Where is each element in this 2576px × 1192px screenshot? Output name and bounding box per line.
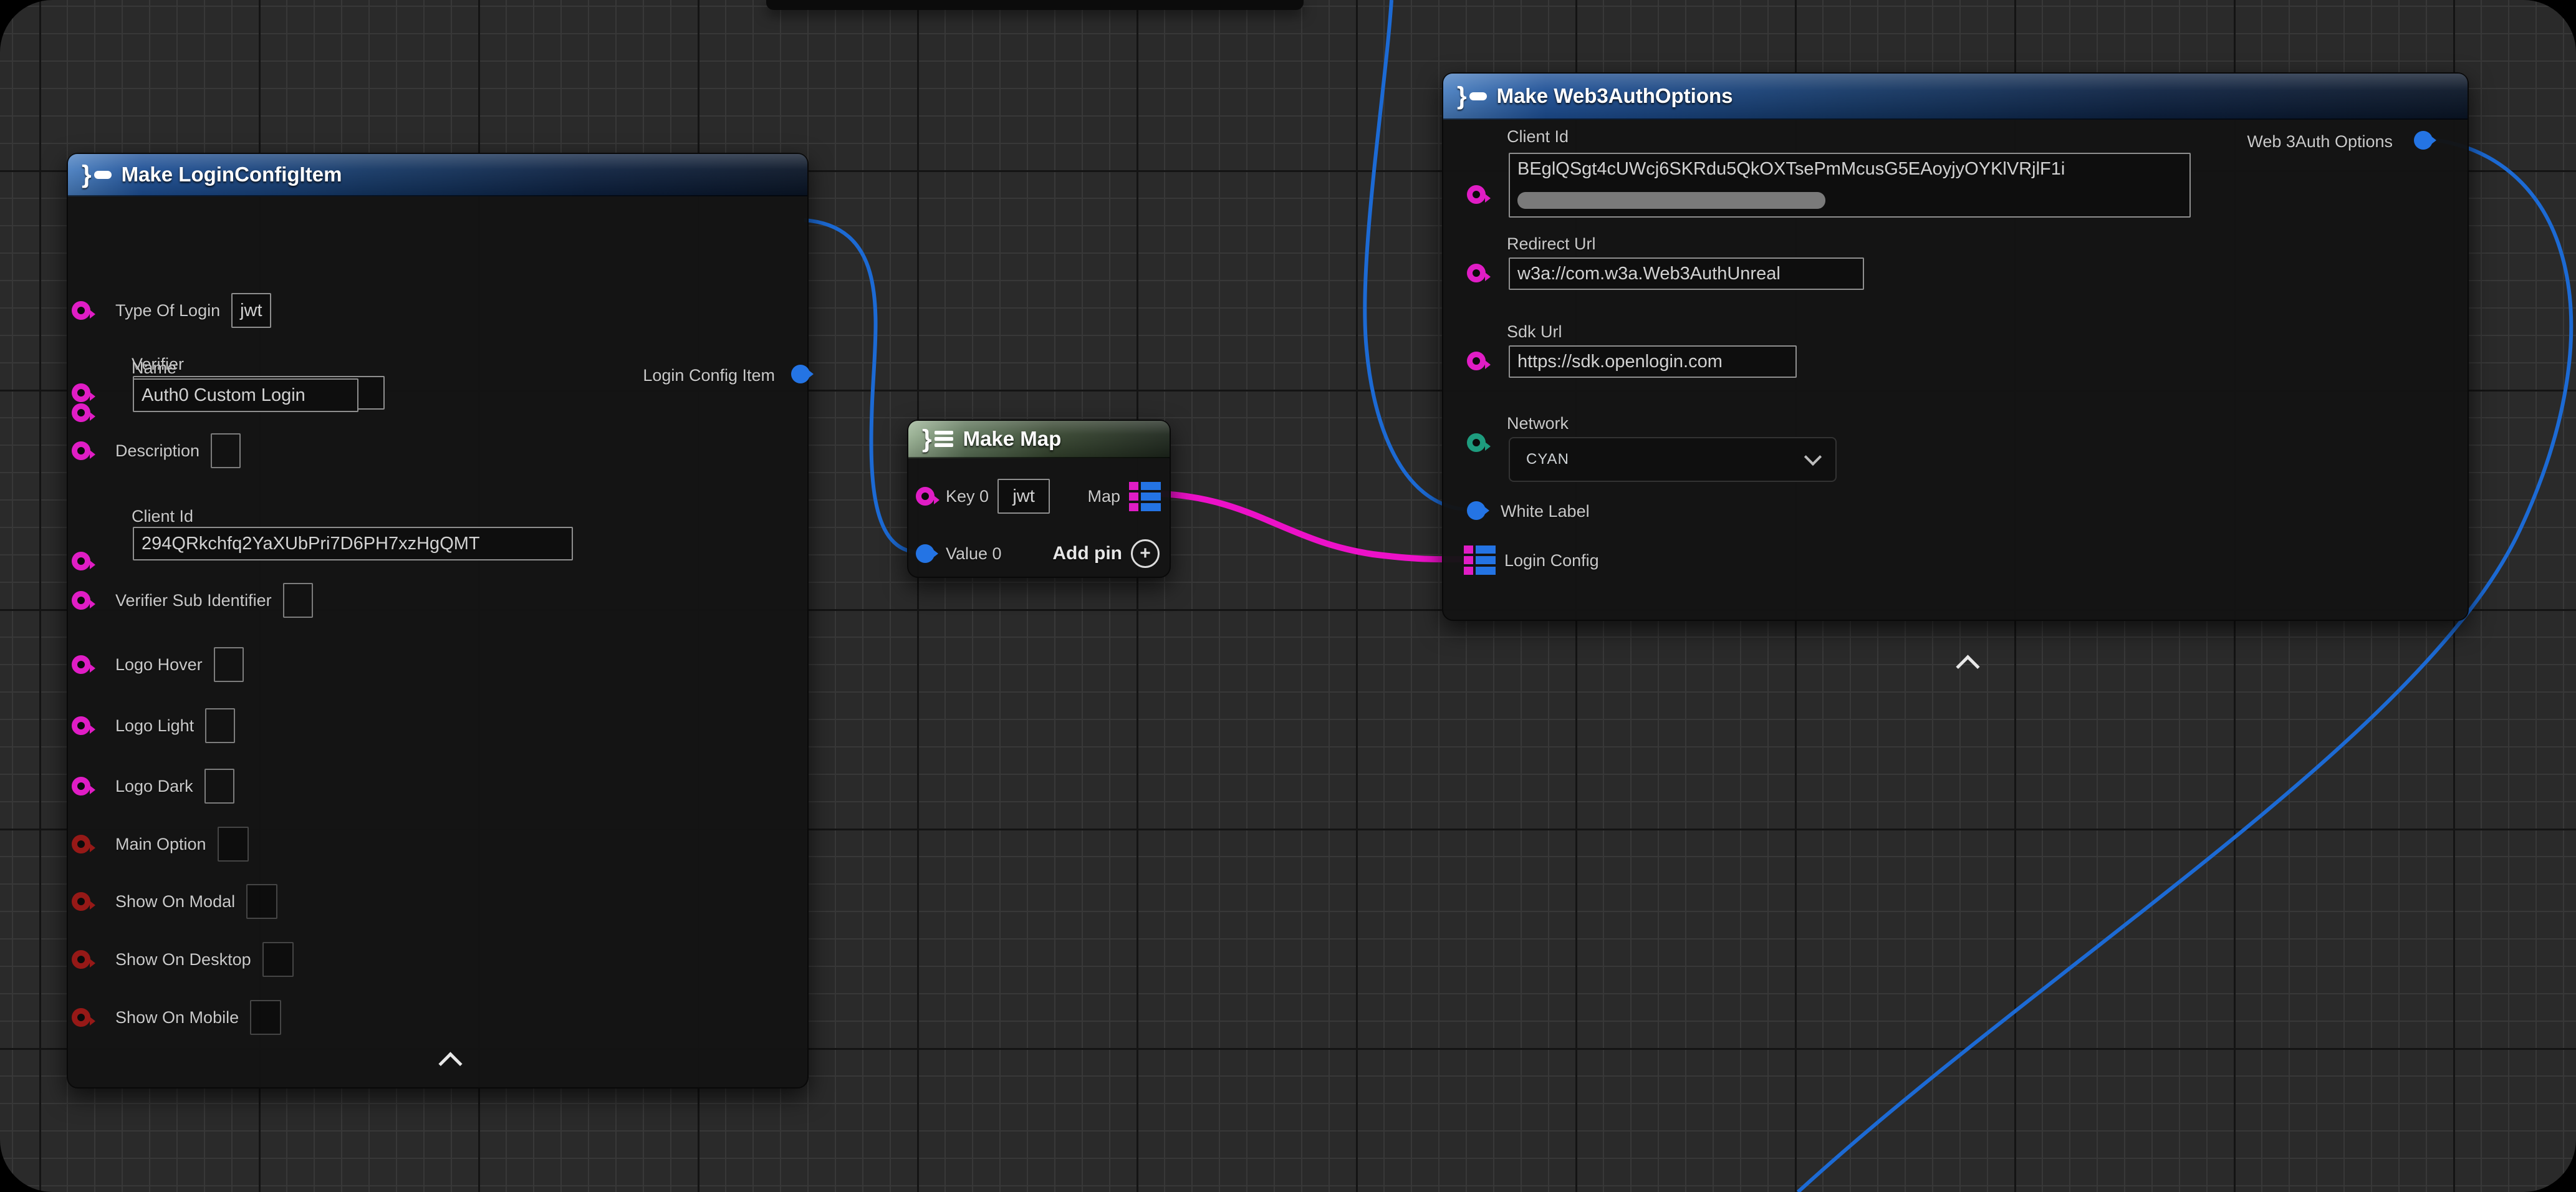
name-input[interactable]: Auth0 Custom Login xyxy=(133,378,358,412)
node-header[interactable]: } Make Web3AuthOptions xyxy=(1443,74,2468,120)
pin-type-of-login[interactable] xyxy=(72,301,90,320)
show-on-desktop-label: Show On Desktop xyxy=(115,950,251,969)
name-label: Name xyxy=(132,358,176,378)
logo-hover-input[interactable] xyxy=(214,647,244,682)
wire-loginconfigitem-to-value0[interactable] xyxy=(804,220,919,552)
pin-key-0[interactable] xyxy=(916,487,935,506)
show-on-mobile-checkbox[interactable] xyxy=(250,1000,281,1035)
logo-dark-input[interactable] xyxy=(204,769,234,804)
pin-value-0[interactable] xyxy=(916,544,935,563)
description-input[interactable] xyxy=(211,433,241,468)
output-pin-label: Login Config Item xyxy=(643,366,775,385)
output-pin-web3auth-options[interactable] xyxy=(2414,131,2433,150)
pin-description[interactable] xyxy=(72,441,90,460)
show-on-modal-label: Show On Modal xyxy=(115,892,235,911)
sdk-url-input[interactable]: https://sdk.openlogin.com xyxy=(1509,345,1797,378)
client-id-scrollbar[interactable] xyxy=(1517,192,1825,209)
output-pin-login-config-item[interactable] xyxy=(791,365,810,383)
graph-canvas[interactable]: } Make LoginConfigItem Login Config Item… xyxy=(0,0,2576,1192)
white-label-label: White Label xyxy=(1501,502,1590,521)
pin-show-on-mobile[interactable] xyxy=(72,1008,90,1027)
pin-redirect-url[interactable] xyxy=(1467,264,1486,282)
chevron-down-icon xyxy=(1804,448,1822,466)
node-make-map[interactable]: } Make Map Key 0 jwt Map Value 0 Add pin… xyxy=(907,420,1171,578)
client-id-input[interactable]: 294QRkchfq2YaXUbPri7D6PH7xzHgQMT xyxy=(133,527,573,560)
add-pin-plus-icon: + xyxy=(1131,539,1160,568)
pin-verifier-sub-identifier[interactable] xyxy=(72,591,90,610)
node-make-loginconfigitem[interactable]: } Make LoginConfigItem Login Config Item… xyxy=(67,153,809,1089)
node-title: Make Map xyxy=(963,427,1062,451)
redirect-url-input[interactable]: w3a://com.w3a.Web3AuthUnreal xyxy=(1509,257,1864,290)
pin-network[interactable] xyxy=(1467,433,1486,452)
redirect-url-label: Redirect Url xyxy=(1507,234,1596,254)
map-output-label: Map xyxy=(1087,487,1120,506)
main-option-label: Main Option xyxy=(115,835,206,854)
client-id-label: Client Id xyxy=(1507,127,1569,147)
pin-login-config[interactable] xyxy=(1464,546,1496,575)
key-0-label: Key 0 xyxy=(946,487,989,506)
make-struct-icon: } xyxy=(82,162,112,187)
output-pin-label: Web 3Auth Options xyxy=(2247,132,2393,151)
type-of-login-label: Type Of Login xyxy=(115,301,220,320)
pin-name[interactable] xyxy=(72,403,90,422)
wire-map-to-loginconfig[interactable] xyxy=(1161,494,1463,559)
offscreen-node-bottom-edge xyxy=(766,0,1304,10)
network-dropdown[interactable]: CYAN xyxy=(1509,437,1837,482)
pin-logo-dark[interactable] xyxy=(72,777,90,795)
node-make-web3authoptions[interactable]: } Make Web3AuthOptions Web 3Auth Options… xyxy=(1442,72,2469,621)
pin-sdk-url[interactable] xyxy=(1467,352,1486,370)
description-label: Description xyxy=(115,441,199,461)
node-header[interactable]: } Make LoginConfigItem xyxy=(68,154,807,196)
map-output-pin[interactable] xyxy=(1129,482,1161,511)
pin-client-id[interactable] xyxy=(72,552,90,570)
show-on-mobile-label: Show On Mobile xyxy=(115,1008,239,1027)
node-title: Make Web3AuthOptions xyxy=(1497,84,1733,108)
pin-show-on-modal[interactable] xyxy=(72,892,90,911)
pin-white-label[interactable] xyxy=(1467,501,1486,520)
node-title: Make LoginConfigItem xyxy=(122,163,342,186)
verifier-sub-identifier-input[interactable] xyxy=(283,583,313,618)
add-pin-button[interactable]: Add pin + xyxy=(1052,539,1160,568)
network-selected-value: CYAN xyxy=(1526,451,1569,468)
logo-dark-label: Logo Dark xyxy=(115,777,193,796)
pin-verifier[interactable] xyxy=(72,383,90,402)
login-config-label: Login Config xyxy=(1504,551,1599,570)
add-pin-label: Add pin xyxy=(1052,543,1122,564)
type-of-login-input[interactable]: jwt xyxy=(231,293,271,328)
main-option-checkbox[interactable] xyxy=(218,827,249,862)
value-0-label: Value 0 xyxy=(946,544,1002,564)
key-0-input[interactable]: jwt xyxy=(997,479,1050,514)
make-map-icon: } xyxy=(922,426,953,451)
logo-light-label: Logo Light xyxy=(115,716,194,736)
show-on-modal-checkbox[interactable] xyxy=(246,884,277,919)
logo-light-input[interactable] xyxy=(205,708,235,743)
client-id-label: Client Id xyxy=(132,507,193,526)
network-label: Network xyxy=(1507,414,1569,433)
node-header[interactable]: } Make Map xyxy=(908,421,1170,458)
pin-show-on-desktop[interactable] xyxy=(72,950,90,969)
verifier-sub-identifier-label: Verifier Sub Identifier xyxy=(115,591,272,610)
pin-logo-light[interactable] xyxy=(72,716,90,735)
collapse-node-chevron-icon[interactable] xyxy=(438,1052,462,1075)
collapse-node-chevron-icon[interactable] xyxy=(1956,655,1979,678)
make-struct-icon: } xyxy=(1457,84,1487,108)
pin-main-option[interactable] xyxy=(72,835,90,853)
logo-hover-label: Logo Hover xyxy=(115,655,203,675)
pin-client-id[interactable] xyxy=(1467,185,1486,204)
pin-logo-hover[interactable] xyxy=(72,655,90,674)
sdk-url-label: Sdk Url xyxy=(1507,322,1562,342)
show-on-desktop-checkbox[interactable] xyxy=(262,942,294,977)
